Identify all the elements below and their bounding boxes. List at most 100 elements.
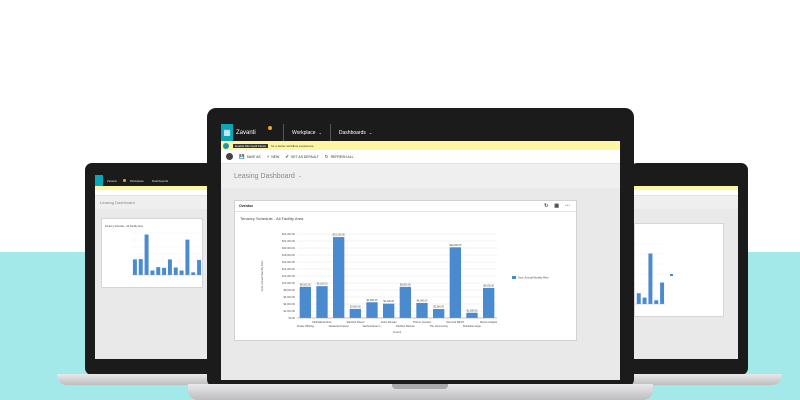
y-tick-label: $16,000.00 [282, 260, 296, 264]
mini-page-title: Leasing Dashboard [95, 196, 211, 209]
bar [150, 270, 155, 275]
x-tick-label: Pacifica Niemas [396, 324, 415, 328]
mini-topbar-right [634, 175, 738, 186]
bar [366, 302, 378, 318]
bar [162, 267, 167, 275]
mini-chart-widget: Tenancy Schedule - All Facility Area [101, 218, 203, 288]
widget-header-label: Overdue [239, 204, 254, 208]
bar-data-label: $2,600.00 [350, 305, 361, 308]
bar-data-label: $9,100.00 [317, 283, 328, 286]
bar [466, 312, 478, 318]
x-tick-label: Aston Pluvian [381, 320, 397, 324]
page-caret-icon[interactable]: ⌄ [298, 173, 302, 179]
bar-data-label: $20,200.00 [449, 244, 462, 247]
bar-data-label: $4,500.00 [367, 299, 378, 302]
x-tick-label: Fraser Whiting [297, 324, 314, 328]
y-tick-label: $14,000.00 [282, 267, 296, 271]
x-tick-label: Thorns Junction [413, 320, 432, 324]
bar [349, 308, 361, 318]
bar [144, 234, 149, 275]
mini-nav-dashboards[interactable]: Dashboards [148, 179, 172, 183]
page-title: Leasing Dashboard [234, 172, 295, 180]
check-icon: ✔ [285, 153, 290, 159]
refresh-icon: ↻ [324, 153, 329, 159]
bar [167, 259, 172, 275]
nav-back-icon[interactable] [226, 153, 233, 160]
x-tick-label: Brookline Hope [463, 324, 481, 328]
new-button[interactable]: + NEW [267, 154, 280, 159]
legend-label: Sum: Annual Monthly Rent [518, 276, 549, 280]
x-tick-label: Mulholland Drive [312, 320, 332, 324]
bar-data-label: $8,920.00 [300, 283, 311, 286]
bar [399, 286, 411, 318]
chevron-down-icon: ⌄ [368, 130, 373, 135]
bar [132, 259, 137, 275]
widget-toolbar: ↻ ▦ ⋯ [544, 203, 570, 209]
bar-data-label: $4,300.00 [417, 299, 428, 302]
mini-nav-workplace[interactable]: Workplace [126, 179, 148, 183]
brand-dot-icon [268, 125, 272, 130]
legend-swatch [670, 274, 673, 276]
bar [449, 247, 461, 318]
left-laptop-screen: Zavanti Workplace Dashboards Leasing Das… [95, 175, 211, 359]
refresh-all-button[interactable]: ↻ REFRESH ALL [325, 154, 354, 160]
refresh-all-label: REFRESH ALL [330, 154, 354, 159]
waffle-menu-icon[interactable] [95, 175, 103, 186]
chart-area: Tenancy Schedule - All Facility Area $0.… [235, 212, 578, 342]
y-tick-label: $0.00 [289, 316, 296, 320]
bar [179, 270, 184, 275]
refresh-icon[interactable]: ↻ [544, 203, 548, 209]
notification-text: for a better workflow experience [271, 143, 314, 148]
bar [416, 302, 428, 318]
bar [197, 259, 202, 275]
legend-swatch [512, 276, 516, 279]
y-tick-label: $2,000.00 [283, 309, 295, 313]
bar-data-label: $8,600.00 [483, 284, 494, 287]
main-laptop-notch [392, 384, 448, 389]
waffle-menu-icon[interactable]: ▦ [221, 124, 233, 141]
main-laptop-screen: ▦ Zavanti Workplace ⌄ Dashboards ⌄ Enabl… [221, 124, 620, 380]
chevron-down-icon: ⌄ [318, 130, 322, 135]
dashboard-canvas: Overdue ↻ ▦ ⋯ Tenancy Schedule - All Fac… [221, 188, 620, 380]
bar-data-label: $8,900.00 [400, 283, 411, 286]
expand-icon[interactable]: ▦ [554, 203, 559, 209]
bar [636, 293, 641, 304]
bar [483, 287, 495, 318]
nav-dashboards[interactable]: Dashboards ⌄ [329, 124, 380, 141]
chart-widget: Overdue ↻ ▦ ⋯ Tenancy Schedule - All Fac… [234, 200, 577, 341]
y-tick-label: $8,000.00 [283, 288, 295, 292]
set-default-button[interactable]: ✔ SET AS DEFAULT [285, 154, 319, 160]
nav-workplace[interactable]: Workplace ⌄ [283, 124, 330, 141]
more-icon[interactable]: ⋯ [565, 203, 570, 209]
x-axis-label: Tenant [393, 330, 402, 334]
bar [333, 237, 345, 318]
nav-dashboards-label: Dashboards [338, 129, 366, 136]
save-icon: 💾 [239, 153, 245, 159]
bar [654, 300, 659, 304]
mini-bar-chart [132, 232, 202, 276]
y-tick-label: $18,000.00 [282, 253, 296, 257]
x-tick-label: The Community [430, 324, 449, 328]
mini-canvas-right [634, 209, 738, 359]
bar [648, 253, 653, 304]
y-tick-label: $22,000.00 [282, 239, 296, 243]
bar [316, 286, 328, 318]
app-topbar: ▦ Zavanti Workplace ⌄ Dashboards ⌄ [221, 124, 620, 141]
bar [185, 239, 190, 275]
x-tick-label: Sarasota Frisconi [329, 324, 350, 328]
y-tick-label: $10,000.00 [282, 281, 296, 285]
new-label: NEW [271, 154, 280, 159]
command-bar: 💾 SAVE AS + NEW ✔ SET AS DEFAULT ↻ REFRE… [221, 150, 620, 164]
enable-flows-button[interactable]: Enable Microsoft Flows [233, 143, 269, 148]
save-as-label: SAVE AS [246, 154, 261, 159]
mini-chart-widget-right [634, 223, 724, 317]
bar [642, 297, 647, 304]
bar [138, 259, 143, 275]
save-as-button[interactable]: 💾 SAVE AS [239, 154, 261, 160]
x-tick-label: Stanford Rosen [346, 320, 365, 324]
bar [383, 303, 395, 318]
mini-brand: Zavanti [107, 178, 117, 183]
bar [156, 267, 161, 275]
mini-bar-chart-right [635, 243, 673, 305]
mini-topbar: Zavanti Workplace Dashboards [95, 175, 211, 186]
